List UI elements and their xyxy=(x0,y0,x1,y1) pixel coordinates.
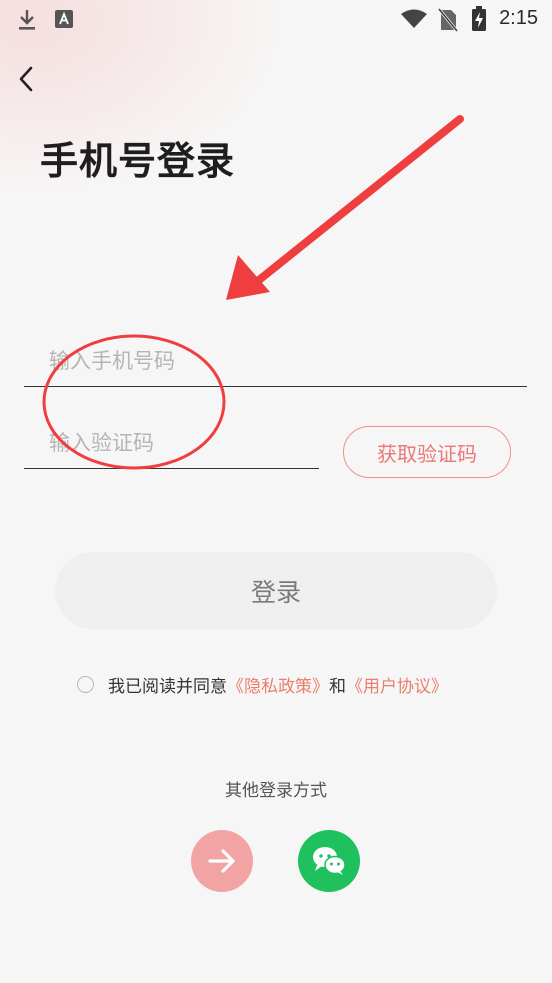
phone-field xyxy=(24,336,552,387)
agree-text: 我已阅读并同意 xyxy=(108,676,227,697)
annotation-arrowhead xyxy=(226,255,270,300)
agreement-row: 我已阅读并同意 《隐私政策》 和 《用户协议》 xyxy=(77,672,448,697)
agree-conjunction: 和 xyxy=(329,676,346,697)
status-time: 2:15 xyxy=(499,7,538,29)
get-code-button[interactable]: 获取验证码 xyxy=(343,426,511,478)
phone-input[interactable] xyxy=(24,336,552,386)
back-button[interactable] xyxy=(12,62,42,96)
font-a-icon xyxy=(55,10,73,28)
privacy-policy-link[interactable]: 《隐私政策》 xyxy=(227,672,329,697)
wechat-icon xyxy=(313,847,346,875)
user-agreement-link[interactable]: 《用户协议》 xyxy=(346,672,448,697)
arrow-right-icon xyxy=(208,849,235,873)
download-icon xyxy=(19,10,35,30)
chevron-left-icon xyxy=(19,66,33,92)
agree-checkbox[interactable] xyxy=(77,675,94,693)
status-bar: 2:15 xyxy=(0,0,552,40)
wifi-icon xyxy=(401,9,427,28)
login-button[interactable]: 登录 xyxy=(55,552,497,629)
battery-charging-icon xyxy=(472,6,486,31)
annotation-arrow-shaft xyxy=(250,115,464,288)
other-login-label: 其他登录方式 xyxy=(225,781,327,801)
alt-login-button[interactable] xyxy=(191,830,253,892)
page-title: 手机号登录 xyxy=(40,139,236,183)
wechat-login-button[interactable] xyxy=(298,830,360,892)
no-sim-icon xyxy=(438,8,458,32)
code-field xyxy=(24,418,344,469)
code-input[interactable] xyxy=(24,418,344,468)
